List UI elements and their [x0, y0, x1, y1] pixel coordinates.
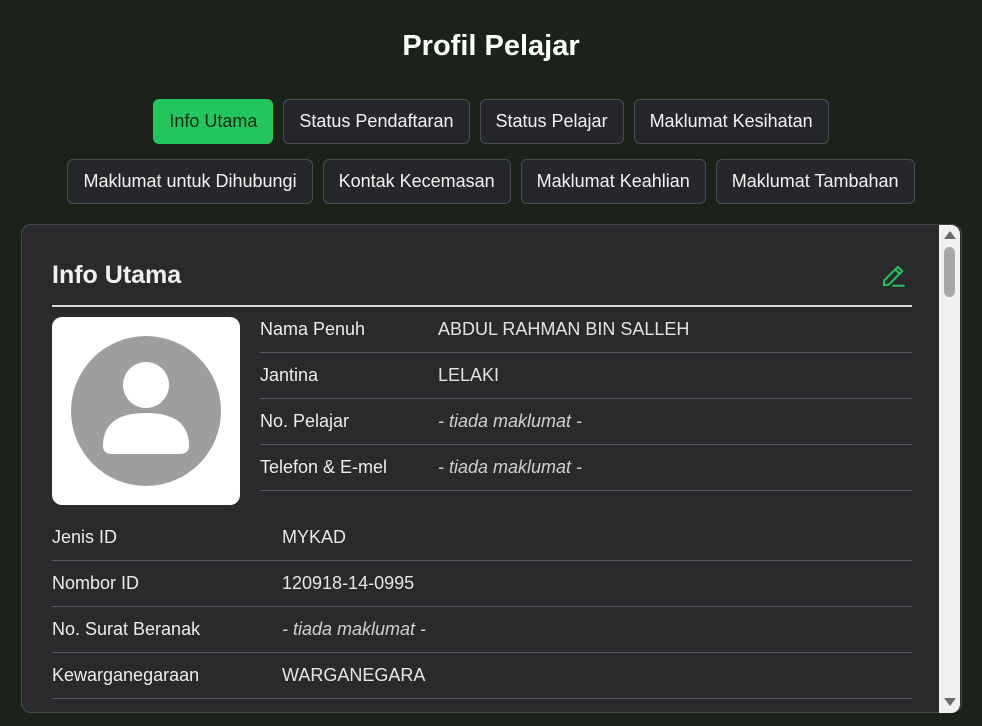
id-row-jenis-id: Jenis ID MYKAD [52, 515, 912, 561]
scroll-down-icon[interactable] [944, 698, 956, 706]
tab-status-pelajar[interactable]: Status Pelajar [479, 99, 624, 144]
panel-title: Info Utama [52, 261, 182, 289]
row-label: Nama Penuh [260, 319, 366, 339]
tab-row-1: Info Utama Status Pendaftaran Status Pel… [0, 99, 982, 144]
info-rows: Nama Penuh ABDUL RAHMAN BIN SALLEH Janti… [260, 307, 912, 491]
row-label: Nombor ID [52, 573, 140, 593]
row-value: LELAKI [438, 365, 500, 385]
panel-header: Info Utama [52, 261, 912, 307]
tab-maklumat-keahlian[interactable]: Maklumat Keahlian [520, 159, 706, 204]
id-rows: Jenis ID MYKAD Nombor ID 120918-14-0995 … [52, 515, 912, 699]
info-row-nama-penuh: Nama Penuh ABDUL RAHMAN BIN SALLEH [260, 307, 912, 353]
info-utama-panel: Info Utama Nama Penuh ABDUL RAHMAN BIN S… [21, 224, 962, 713]
scroll-thumb[interactable] [944, 247, 955, 297]
id-row-nombor-id: Nombor ID 120918-14-0995 [52, 561, 912, 607]
avatar [52, 317, 240, 505]
row-label: Telefon & E-mel [260, 457, 388, 477]
row-value: MYKAD [282, 527, 347, 547]
tab-info-utama[interactable]: Info Utama [153, 99, 274, 144]
row-value: - tiada maklumat - [438, 457, 583, 477]
tab-maklumat-untuk-dihubungi[interactable]: Maklumat untuk Dihubungi [67, 159, 313, 204]
row-label: Kewarganegaraan [52, 665, 200, 685]
info-row-telefon-emel: Telefon & E-mel - tiada maklumat - [260, 445, 912, 491]
row-label: No. Surat Beranak [52, 619, 201, 639]
tab-maklumat-kesihatan[interactable]: Maklumat Kesihatan [633, 99, 829, 144]
info-row-jantina: Jantina LELAKI [260, 353, 912, 399]
row-value: WARGANEGARA [282, 665, 426, 685]
row-value: 120918-14-0995 [282, 573, 415, 593]
row-label: No. Pelajar [260, 411, 350, 431]
tab-status-pendaftaran[interactable]: Status Pendaftaran [283, 99, 470, 144]
tab-kontak-kecemasan[interactable]: Kontak Kecemasan [322, 159, 511, 204]
row-label: Jantina [260, 365, 319, 385]
scroll-up-icon[interactable] [944, 231, 956, 239]
tab-row-2: Maklumat untuk Dihubungi Kontak Kecemasa… [0, 159, 982, 204]
row-value: ABDUL RAHMAN BIN SALLEH [438, 319, 690, 339]
scrollbar[interactable] [939, 225, 960, 713]
pencil-icon[interactable] [880, 263, 906, 289]
tab-maklumat-tambahan[interactable]: Maklumat Tambahan [715, 159, 915, 204]
info-row-no-pelajar: No. Pelajar - tiada maklumat - [260, 399, 912, 445]
row-label: Jenis ID [52, 527, 118, 547]
id-row-kewarganegaraan: Kewarganegaraan WARGANEGARA [52, 653, 912, 699]
page-title: Profil Pelajar [402, 30, 580, 62]
user-avatar-icon [71, 336, 221, 486]
row-value: - tiada maklumat - [438, 411, 583, 431]
id-row-no-surat-beranak: No. Surat Beranak - tiada maklumat - [52, 607, 912, 653]
row-value: - tiada maklumat - [282, 619, 427, 639]
